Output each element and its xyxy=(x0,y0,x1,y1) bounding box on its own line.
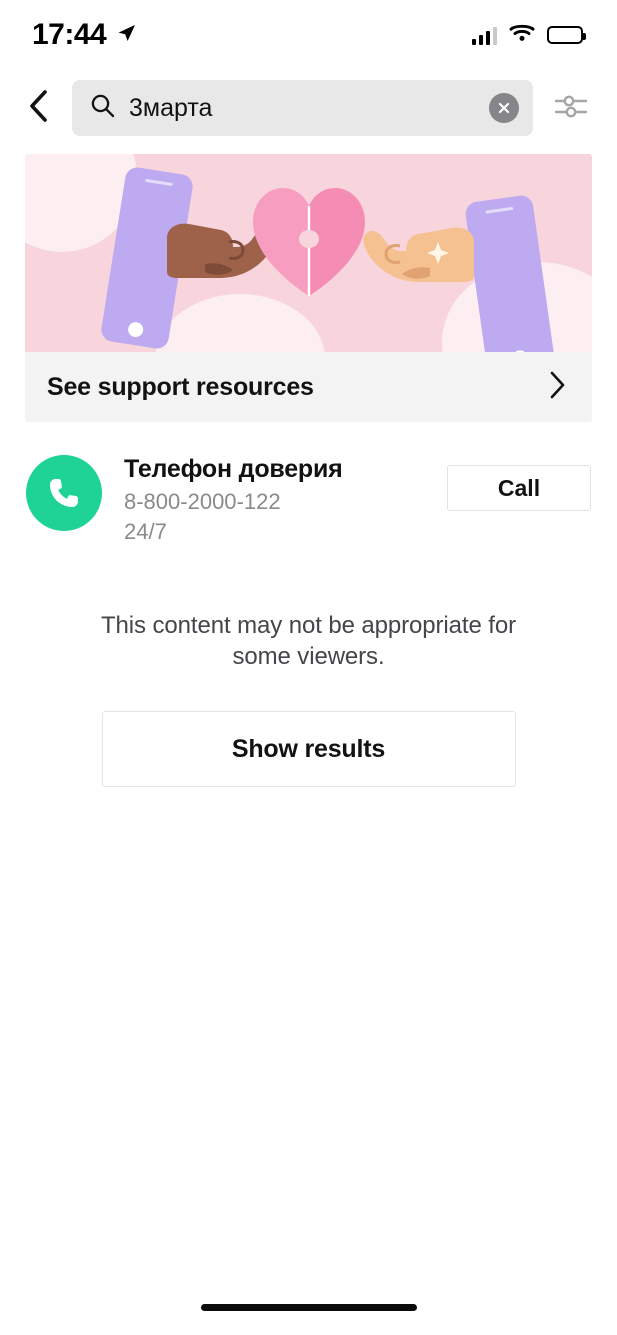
cellular-signal-icon xyxy=(471,26,497,45)
search-input-value: 3марта xyxy=(129,93,213,122)
support-banner-card[interactable]: See support resources xyxy=(25,154,592,422)
decorative-blob xyxy=(155,294,325,352)
back-button[interactable] xyxy=(18,86,58,130)
status-bar-clock: 17:44 xyxy=(32,18,107,51)
hotline-phone-number: 8-800-2000-122 xyxy=(124,489,281,514)
search-input[interactable]: 3марта xyxy=(72,80,533,136)
hotline-title: Телефон доверия xyxy=(124,455,343,483)
chevron-right-icon xyxy=(548,370,566,405)
search-icon xyxy=(90,93,115,123)
chevron-left-icon xyxy=(27,89,49,128)
support-resources-label: See support resources xyxy=(47,372,314,401)
show-results-label: Show results xyxy=(231,734,386,763)
heart-puzzle-icon xyxy=(243,178,375,302)
status-bar-left: 17:44 xyxy=(32,20,137,50)
filter-sliders-icon xyxy=(553,91,589,126)
search-header: 3марта xyxy=(0,70,617,146)
hotline-row: Телефон доверия 8-800-2000-122 24/7 Call xyxy=(0,422,617,548)
status-bar: 17:44 xyxy=(0,0,617,70)
battery-icon xyxy=(547,26,586,44)
hotline-hours: 24/7 xyxy=(124,519,167,545)
close-circle-icon[interactable] xyxy=(489,93,519,123)
wifi-icon xyxy=(509,23,535,47)
home-indicator xyxy=(200,1304,417,1311)
status-bar-right xyxy=(471,23,586,47)
hands-joining-heart-puzzle-illustration xyxy=(25,154,592,352)
call-button-label: Call xyxy=(497,474,541,501)
phone-handset-icon xyxy=(26,455,102,531)
see-support-resources-row[interactable]: See support resources xyxy=(25,352,592,422)
filter-button[interactable] xyxy=(547,84,595,132)
content-warning-message: This content may not be appropriate for … xyxy=(101,611,516,671)
show-results-button[interactable]: Show results xyxy=(101,711,516,788)
location-arrow-icon xyxy=(115,22,137,49)
hotline-details: Телефон доверия 8-800-2000-122 24/7 xyxy=(124,451,425,548)
call-button[interactable]: Call xyxy=(447,465,591,511)
